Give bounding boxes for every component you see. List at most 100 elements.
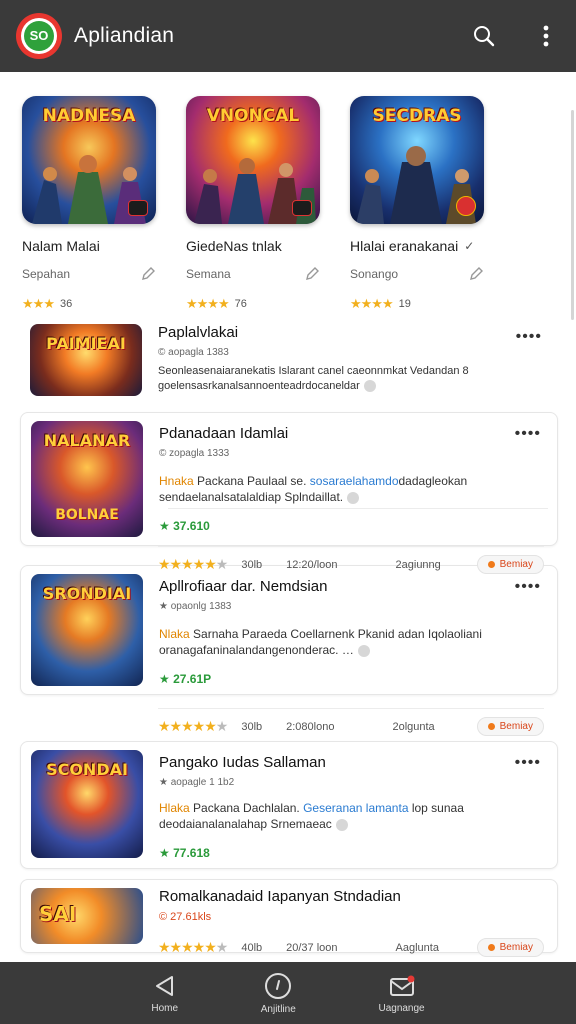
more-options-icon[interactable]: •••• bbox=[515, 425, 541, 443]
featured-sub: Sepahan bbox=[22, 267, 71, 281]
footer-date: 20/37 loon bbox=[286, 941, 338, 954]
footer-size: 40lb bbox=[241, 941, 263, 954]
rating-value: 36 bbox=[59, 298, 73, 310]
featured-artwork[interactable]: SECDRAS bbox=[350, 96, 484, 224]
app-thumbnail[interactable]: NALANAR BOLNAE bbox=[31, 421, 143, 537]
item-price: ★ 37.610 bbox=[159, 519, 210, 533]
footer-date: 12:20/loon bbox=[286, 558, 338, 571]
info-icon[interactable] bbox=[347, 491, 360, 504]
dot-icon bbox=[487, 561, 495, 568]
thumbnail-title: SCONDAI bbox=[46, 760, 128, 779]
item-footer: ★★★★★★ 40lb 20/37 loon Aaglunta Bemiay bbox=[158, 930, 544, 957]
list-item[interactable]: SCONDAI Pangako Iudas Sallaman ★ aopagle… bbox=[20, 741, 558, 869]
info-icon[interactable] bbox=[357, 644, 370, 657]
dot-icon bbox=[487, 723, 495, 730]
app-thumbnail[interactable]: PAIMIEAI bbox=[30, 324, 142, 396]
edit-icon[interactable] bbox=[140, 266, 156, 282]
featured-card[interactable]: SECDRAS Hlalai eranakanai ✓ Sonango ★★★★ … bbox=[350, 96, 490, 312]
item-meta: © 27.61kls bbox=[159, 911, 212, 923]
mail-icon bbox=[389, 975, 415, 996]
app-title: Apliandian bbox=[74, 24, 175, 47]
artwork-title: SECDRAS bbox=[372, 106, 462, 126]
review-button[interactable]: Bemiay bbox=[476, 717, 544, 736]
nav-uagnange[interactable]: Uagnange bbox=[378, 973, 425, 1014]
footer-category: 2olgunta bbox=[392, 720, 435, 733]
bottom-navigation: Home Anjitline Uagnange bbox=[0, 962, 576, 1024]
item-title[interactable]: Paplalvlakai bbox=[158, 324, 548, 341]
item-meta: © aopagla 1383 bbox=[158, 347, 229, 358]
app-thumbnail[interactable]: SAI bbox=[31, 888, 143, 944]
more-options-icon[interactable]: •••• bbox=[515, 754, 541, 772]
nav-label: Anjitline bbox=[260, 1003, 296, 1015]
star-rating: ★★★★★★ bbox=[158, 939, 228, 955]
item-footer: ★★★★★★ 30lb 2:080lono 2olgunta Bemiay bbox=[158, 708, 544, 736]
more-options-icon[interactable]: •••• bbox=[516, 328, 542, 346]
back-triangle-icon bbox=[155, 975, 173, 996]
star-rating: ★★★ bbox=[22, 296, 55, 311]
more-vert-icon[interactable] bbox=[532, 22, 560, 50]
nav-home[interactable]: Home bbox=[151, 973, 178, 1014]
featured-card[interactable]: VNONCAL GiedeNas tnlak Semana ★★★★ 76 bbox=[186, 96, 326, 312]
item-title[interactable]: Romalkanadaid Iapanyan Stndadian bbox=[159, 888, 547, 905]
featured-artwork[interactable]: NADNESA bbox=[22, 96, 156, 224]
star-rating: ★★★★★★ bbox=[158, 556, 228, 572]
featured-sub: Semana bbox=[186, 267, 231, 281]
thumbnail-title: SRONDIAI bbox=[42, 584, 132, 603]
info-icon[interactable] bbox=[335, 818, 348, 831]
footer-size: 30lb bbox=[241, 558, 263, 571]
item-description: Nlaka Sarnaha Paraeda Coellarnenk Pkanid… bbox=[159, 627, 482, 657]
item-price: ★ 77.618 bbox=[159, 846, 210, 860]
more-options-icon[interactable]: •••• bbox=[515, 578, 541, 596]
footer-category: Aaglunta bbox=[395, 941, 439, 954]
platform-badge bbox=[128, 200, 148, 216]
footer-size: 30lb bbox=[241, 720, 263, 733]
nav-label: Uagnange bbox=[378, 1002, 425, 1014]
featured-sub: Sonango bbox=[350, 267, 399, 281]
featured-card[interactable]: NADNESA Nalam Malai Sepahan ★★★ 36 bbox=[22, 96, 162, 312]
item-title[interactable]: Pangako Iudas Sallaman bbox=[159, 754, 547, 771]
featured-carousel: NADNESA Nalam Malai Sepahan ★★★ 36 VNONC… bbox=[22, 96, 562, 312]
logo-text: SO bbox=[24, 21, 54, 51]
app-thumbnail[interactable]: SRONDIAI bbox=[31, 574, 143, 686]
list-item[interactable]: PAIMIEAI Paplalvlakai © aopagla 1383 Seo… bbox=[20, 318, 558, 404]
review-button[interactable]: Bemiay bbox=[476, 555, 544, 574]
edit-icon[interactable] bbox=[468, 266, 484, 282]
dot-icon bbox=[487, 944, 495, 951]
review-button[interactable]: Bemiay bbox=[476, 938, 544, 957]
app-bar-actions bbox=[470, 22, 560, 50]
app-list: PAIMIEAI Paplalvlakai © aopagla 1383 Seo… bbox=[20, 318, 558, 953]
thumbnail-title: NALANAR bbox=[43, 431, 131, 450]
item-title[interactable]: Apllrofiaar dar. Nemdsian bbox=[159, 578, 547, 595]
thumbnail-subtitle: BOLNAE bbox=[55, 507, 119, 523]
thumbnail-title: PAIMIEAI bbox=[46, 334, 126, 353]
verified-check: ✓ bbox=[464, 239, 475, 253]
featured-name: Hlalai eranakanai bbox=[350, 238, 459, 254]
item-meta: © zopagla 1333 bbox=[159, 448, 230, 459]
edit-icon[interactable] bbox=[304, 266, 320, 282]
app-logo[interactable]: SO bbox=[16, 13, 62, 59]
star-rating: ★★★★ bbox=[350, 296, 394, 311]
nav-label: Home bbox=[151, 1002, 179, 1014]
artwork-title: NADNESA bbox=[42, 106, 136, 126]
app-thumbnail[interactable]: SCONDAI bbox=[31, 750, 143, 858]
thumbnail-title: SAI bbox=[39, 902, 77, 926]
search-icon[interactable] bbox=[470, 22, 498, 50]
item-footer: ★★★★★★ 30lb 12:20/loon 2agiunng Bemiay bbox=[158, 546, 544, 574]
item-description: Hnaka Packana Paulaal se. sosaraelahamdo… bbox=[159, 474, 468, 504]
info-icon[interactable] bbox=[363, 380, 376, 393]
platform-badge bbox=[292, 200, 312, 216]
item-description: Seonleasenaiaranekatis Islarant canel ca… bbox=[158, 365, 469, 393]
nav-anjitline[interactable]: Anjitline bbox=[261, 972, 296, 1015]
top-app-bar: SO Apliandian bbox=[0, 0, 576, 72]
list-item[interactable]: NALANAR BOLNAE Pdanadaan Idamlai © zopag… bbox=[20, 412, 558, 546]
item-meta: ★ aopagle 1 1b2 bbox=[159, 777, 235, 788]
featured-name: GiedeNas tnlak bbox=[186, 238, 282, 254]
circle-icon bbox=[265, 972, 292, 999]
list-item[interactable]: SRONDIAI Apllrofiaar dar. Nemdsian ★ opa… bbox=[20, 565, 558, 695]
item-title[interactable]: Pdanadaan Idamlai bbox=[159, 425, 547, 442]
featured-artwork[interactable]: VNONCAL bbox=[186, 96, 320, 224]
rating-value: 76 bbox=[234, 298, 247, 310]
item-meta: ★ opaonlg 1383 bbox=[159, 601, 232, 612]
item-price: ★ 27.61P bbox=[159, 672, 212, 686]
scrollbar[interactable] bbox=[571, 110, 574, 320]
